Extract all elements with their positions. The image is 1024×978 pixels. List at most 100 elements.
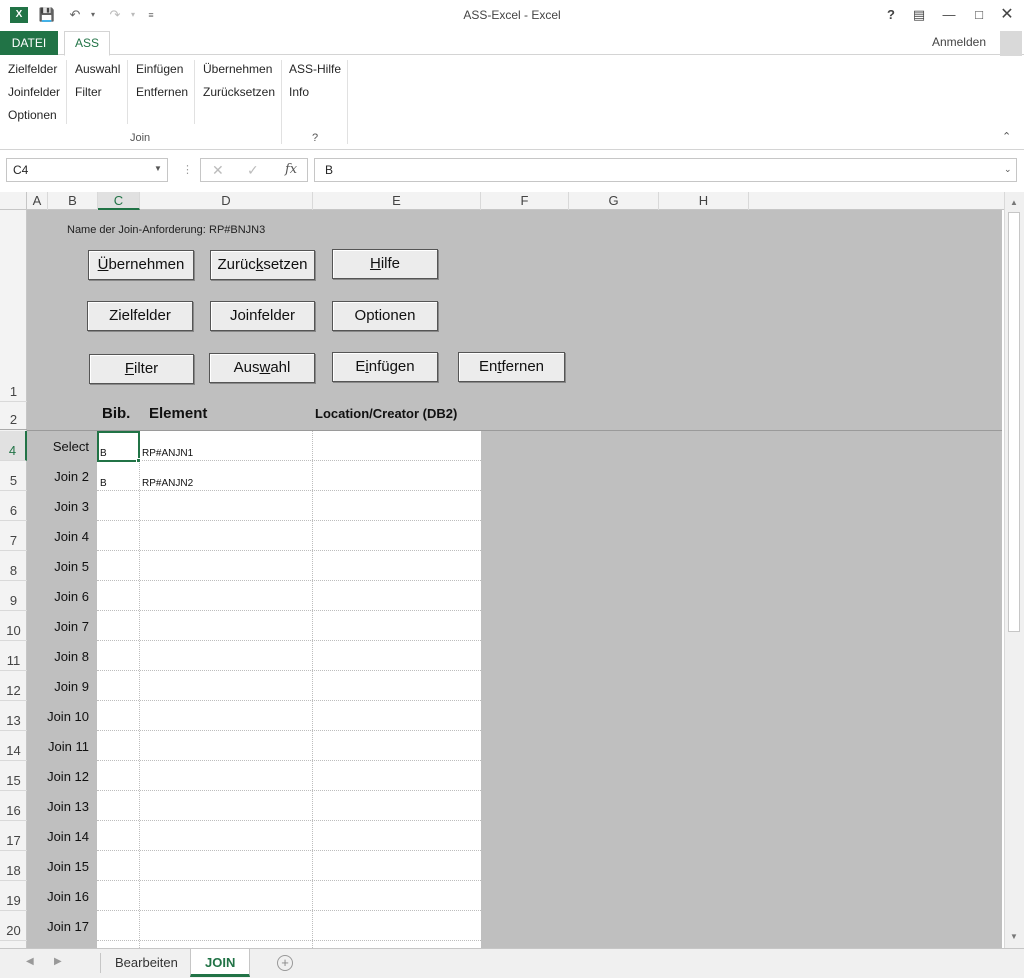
avatar[interactable] <box>1000 31 1022 57</box>
minimize-icon[interactable]: — <box>938 6 960 24</box>
table-row[interactable] <box>97 911 481 941</box>
help-button[interactable]: ? <box>880 6 902 24</box>
uebernehmen-button[interactable]: Übernehmen <box>88 250 194 280</box>
prev-sheet-icon[interactable]: ◀ <box>26 956 34 967</box>
table-row[interactable] <box>97 521 481 551</box>
column-header-f[interactable]: F <box>481 192 569 210</box>
row-header[interactable]: 12 <box>0 671 27 701</box>
vertical-scrollbar[interactable]: ▲ ▼ <box>1004 192 1024 948</box>
ribbon-display-icon[interactable]: ▤ <box>908 6 930 24</box>
row-label: Join 5 <box>54 559 89 574</box>
select-all-corner[interactable] <box>0 192 27 210</box>
insert-function-icon[interactable]: fx <box>285 162 297 177</box>
column-header-b[interactable]: B <box>48 192 98 210</box>
collapse-ribbon-icon[interactable]: ⌃ <box>1002 130 1011 143</box>
ribbon-optionen[interactable]: Optionen <box>8 108 57 122</box>
table-row[interactable] <box>97 731 481 761</box>
row-header[interactable]: 6 <box>0 491 27 521</box>
cell-bib[interactable]: B <box>100 448 107 459</box>
row-header[interactable]: 19 <box>0 881 27 911</box>
optionen-button[interactable]: Optionen <box>332 301 438 331</box>
signin-link[interactable]: Anmelden <box>932 35 986 49</box>
row-header[interactable]: 13 <box>0 701 27 731</box>
row-header[interactable]: 20 <box>0 911 27 941</box>
column-header-e[interactable]: E <box>313 192 481 210</box>
expand-formula-bar-icon[interactable]: ⌄ <box>1004 164 1012 175</box>
name-box-dropdown-icon[interactable]: ▼ <box>154 164 162 173</box>
cell-element[interactable]: RP#ANJN1 <box>142 448 193 459</box>
row-header[interactable]: 1 <box>0 210 27 402</box>
ribbon-uebernehmen[interactable]: Übernehmen <box>203 62 272 76</box>
row-header[interactable]: 14 <box>0 731 27 761</box>
row-header[interactable]: 17 <box>0 821 27 851</box>
row-header[interactable]: 10 <box>0 611 27 641</box>
table-row[interactable] <box>97 791 481 821</box>
column-header-d[interactable]: D <box>140 192 313 210</box>
scroll-down-icon[interactable]: ▼ <box>1010 932 1018 941</box>
joinfelder-button[interactable]: Joinfelder <box>210 301 315 331</box>
ribbon-joinfelder[interactable]: Joinfelder <box>8 85 60 99</box>
scrollbar-thumb[interactable] <box>1008 212 1020 632</box>
table-row[interactable] <box>97 761 481 791</box>
column-header-c[interactable]: C <box>98 192 140 210</box>
ribbon-ass-hilfe[interactable]: ASS-Hilfe <box>289 62 341 76</box>
row-header[interactable]: 16 <box>0 791 27 821</box>
name-box[interactable]: C4 <box>6 158 168 182</box>
table-row[interactable] <box>97 821 481 851</box>
scroll-up-icon[interactable]: ▲ <box>1010 198 1018 207</box>
fill-handle[interactable] <box>136 458 141 463</box>
row-header[interactable]: 8 <box>0 551 27 581</box>
einfuegen-button[interactable]: Einfügen <box>332 352 438 382</box>
tab-file[interactable]: DATEI <box>0 31 58 55</box>
entfernen-button[interactable]: Entfernen <box>458 352 565 382</box>
ribbon-separator <box>127 60 128 124</box>
row-header[interactable]: 9 <box>0 581 27 611</box>
row-header[interactable]: 18 <box>0 851 27 881</box>
formula-input[interactable]: B <box>314 158 1017 182</box>
ribbon-group-join-label: Join <box>130 132 151 144</box>
row-header[interactable]: 2 <box>0 402 27 430</box>
table-row[interactable] <box>97 611 481 641</box>
table-row[interactable] <box>97 641 481 671</box>
filter-button[interactable]: Filter <box>89 354 194 384</box>
column-header-g[interactable]: G <box>569 192 659 210</box>
cancel-icon[interactable]: ✕ <box>212 162 224 179</box>
ribbon-filter[interactable]: Filter <box>75 85 102 99</box>
column-header-a[interactable]: A <box>27 192 48 210</box>
sheet-tab-bearbeiten[interactable]: Bearbeiten <box>101 949 192 977</box>
ribbon-entfernen[interactable]: Entfernen <box>136 85 188 99</box>
title-bar: X 💾 ↶ ▾ ↷ ▾ ≡ ASS-Excel - Excel ? ▤ — □ … <box>0 0 1024 31</box>
ribbon-auswahl[interactable]: Auswahl <box>75 62 120 76</box>
row-header[interactable]: 5 <box>0 461 27 491</box>
close-icon[interactable]: ✕ <box>996 6 1018 24</box>
hilfe-button[interactable]: Hilfe <box>332 249 438 279</box>
auswahl-button[interactable]: Auswahl <box>209 353 315 383</box>
cell-bib[interactable]: B <box>100 478 107 489</box>
table-row[interactable] <box>97 851 481 881</box>
row-header[interactable]: 11 <box>0 641 27 671</box>
row-header[interactable]: 15 <box>0 761 27 791</box>
sheet-tab-join[interactable]: JOIN <box>190 949 251 977</box>
zielfelder-button[interactable]: Zielfelder <box>87 301 193 331</box>
cell-element[interactable]: RP#ANJN2 <box>142 478 193 489</box>
tab-ass[interactable]: ASS <box>64 31 110 56</box>
next-sheet-icon[interactable]: ▶ <box>54 956 62 967</box>
ribbon-zuruecksetzen[interactable]: Zurücksetzen <box>203 85 275 99</box>
enter-icon[interactable]: ✓ <box>247 162 259 179</box>
table-row[interactable] <box>97 881 481 911</box>
ribbon-zielfelder[interactable]: Zielfelder <box>8 62 57 76</box>
table-row[interactable] <box>97 671 481 701</box>
maximize-icon[interactable]: □ <box>968 6 990 24</box>
table-row[interactable] <box>97 581 481 611</box>
row-label: Select <box>52 439 89 454</box>
ribbon-einfuegen[interactable]: Einfügen <box>136 62 183 76</box>
row-header[interactable]: 7 <box>0 521 27 551</box>
ribbon-info[interactable]: Info <box>289 85 309 99</box>
table-row[interactable] <box>97 491 481 521</box>
column-header-h[interactable]: H <box>659 192 749 210</box>
table-row[interactable] <box>97 551 481 581</box>
row-header[interactable]: 4 <box>0 431 27 461</box>
zuruecksetzen-button[interactable]: Zurücksetzen <box>210 250 315 280</box>
add-sheet-icon[interactable]: + <box>277 955 293 971</box>
table-row[interactable] <box>97 701 481 731</box>
